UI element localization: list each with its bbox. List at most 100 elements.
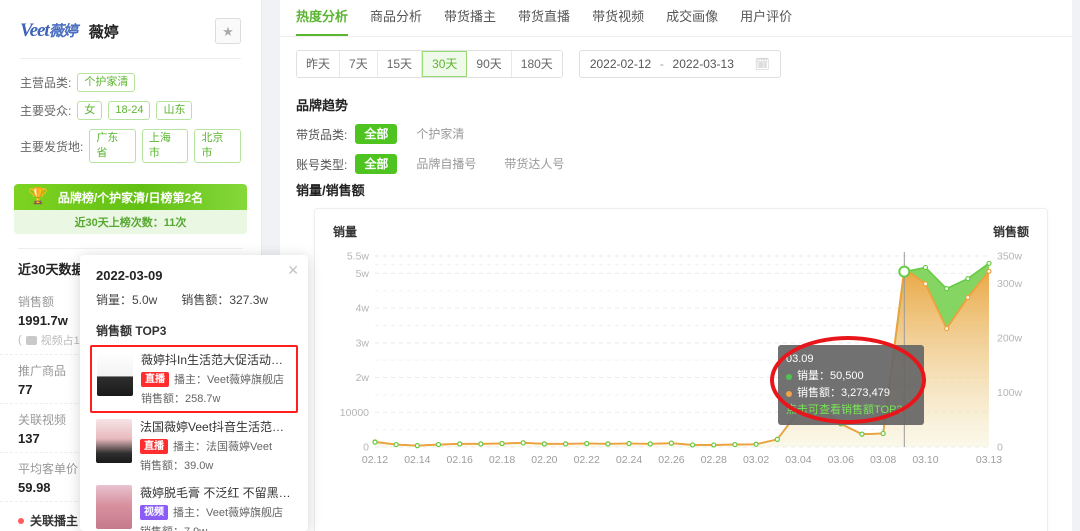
volume-point[interactable] xyxy=(965,275,971,282)
volume-point[interactable] xyxy=(372,439,378,445)
filter-chip-personal-care[interactable]: 个护家清 xyxy=(407,124,473,144)
brand-logo-cn: 薇婷 xyxy=(48,23,78,40)
item-host-label: 播主： xyxy=(173,507,206,519)
volume-point[interactable] xyxy=(647,441,653,447)
range-180d[interactable]: 180天 xyxy=(511,51,562,77)
tooltip-volume-value: 50,500 xyxy=(830,370,864,382)
brand-meta-list: 主营品类: 个护家清 主要受众: 女 18-24 山东 主要发货地: 广东省 上… xyxy=(0,59,261,176)
x-axis-tick: 03.02 xyxy=(743,454,769,466)
tooltip-date: 03.09 xyxy=(786,353,814,365)
brand-logo-latin: Veet xyxy=(20,20,50,41)
y-axis-tick: 3w xyxy=(356,337,370,349)
chart-plot-area[interactable]: 0 10000 2w 3w 4w 5w 5.5w 0 100w 200w 300w 350w 02.12… xyxy=(329,250,1033,475)
range-30d[interactable]: 30天 xyxy=(422,51,468,77)
item-title: 薇婷脱毛膏 不泛红 不留黑点 保... xyxy=(140,486,292,500)
volume-point[interactable] xyxy=(414,443,420,449)
x-axis-tick: 03.10 xyxy=(912,454,938,466)
volume-point[interactable] xyxy=(859,431,865,437)
filter-chip-all-category[interactable]: 全部 xyxy=(355,124,398,144)
list-item[interactable]: 薇婷抖In生活范大促活动今天开... 直播 播主：Veet薇婷旗舰店 销售额：2… xyxy=(90,345,298,413)
volume-point[interactable] xyxy=(605,441,611,447)
volume-point[interactable] xyxy=(880,430,886,437)
volume-point[interactable] xyxy=(689,442,696,448)
meta-tag[interactable]: 山东 xyxy=(156,101,193,120)
meta-tag[interactable]: 个护家清 xyxy=(77,73,136,92)
volume-point[interactable] xyxy=(626,440,632,447)
amount-point[interactable] xyxy=(922,281,929,287)
tab-product-analysis[interactable]: 商品分析 xyxy=(370,0,422,36)
tooltip-top3-link[interactable]: 点击可查看销售额TOP3 xyxy=(786,402,916,419)
filter-chip-brand-self-broadcast[interactable]: 品牌自播号 xyxy=(407,154,485,174)
volume-point[interactable] xyxy=(922,264,929,271)
y-axis-tick: 5w xyxy=(356,268,370,280)
item-type-badge: 视频 xyxy=(140,504,168,520)
popup-sales-amount: 销售额：327.3w xyxy=(181,293,269,307)
tooltip-amount-label: 销售额： xyxy=(797,387,841,399)
volume-point[interactable] xyxy=(944,286,950,292)
meta-tag[interactable]: 广东省 xyxy=(89,129,136,163)
volume-point[interactable] xyxy=(562,441,569,447)
x-axis-tick: 02.26 xyxy=(658,454,684,466)
amount-point[interactable] xyxy=(965,294,971,301)
volume-point[interactable] xyxy=(668,440,675,446)
tab-sales-live[interactable]: 带货直播 xyxy=(518,0,570,36)
tab-sales-videos[interactable]: 带货视频 xyxy=(592,0,644,36)
y-axis-tick: 5.5w xyxy=(347,251,370,263)
meta-label: 主营品类: xyxy=(20,76,72,90)
item-host-name: 法国薇婷Veet xyxy=(206,441,273,453)
meta-tag[interactable]: 北京市 xyxy=(194,129,241,163)
amount-point[interactable] xyxy=(986,268,992,274)
range-yesterday[interactable]: 昨天 xyxy=(297,51,341,77)
rank-card[interactable]: 🏆 品牌榜/个护家清/日榜第2名 近30天上榜次数：11次 xyxy=(14,184,247,234)
amount-point[interactable] xyxy=(944,325,950,332)
volume-point[interactable] xyxy=(774,436,780,442)
tab-heat-analysis[interactable]: 热度分析 xyxy=(296,0,349,36)
date-start: 2022-02-12 xyxy=(589,57,652,71)
filter-chip-all-account[interactable]: 全部 xyxy=(355,154,398,174)
volume-point[interactable] xyxy=(753,441,759,447)
volume-point[interactable] xyxy=(732,441,738,448)
volume-point[interactable] xyxy=(711,442,717,448)
chart-y-axis-title: 销量 xyxy=(333,225,358,239)
list-item[interactable]: 薇婷脱毛膏 不泛红 不留黑点 保... 视频 播主：Veet薇婷旗舰店 销售额：… xyxy=(90,479,298,531)
volume-point[interactable] xyxy=(986,260,992,266)
y-axis-tick: 2w xyxy=(356,372,370,384)
volume-point[interactable] xyxy=(541,441,547,447)
meta-tag[interactable]: 18-24 xyxy=(108,101,151,120)
calendar-icon[interactable]: 🗓 xyxy=(755,57,770,71)
brand-header: Veet薇婷 薇婷 ★ xyxy=(0,0,261,58)
x-axis-tick: 02.22 xyxy=(574,454,600,466)
item-type-badge: 直播 xyxy=(141,371,169,387)
popup-item-list: 薇婷抖In生活范大促活动今天开... 直播 播主：Veet薇婷旗舰店 销售额：2… xyxy=(80,345,308,531)
x-axis-tick: 02.24 xyxy=(616,454,642,466)
item-thumbnail xyxy=(97,352,133,396)
tab-user-reviews[interactable]: 用户评价 xyxy=(740,0,792,36)
volume-point[interactable] xyxy=(478,441,484,447)
meta-tag[interactable]: 女 xyxy=(77,101,103,120)
tab-transaction-profile[interactable]: 成交画像 xyxy=(666,0,718,36)
range-7d[interactable]: 7天 xyxy=(340,51,378,77)
volume-point[interactable] xyxy=(435,441,442,448)
date-range-picker[interactable]: 2022-02-12 - 2022-03-13 🗓 xyxy=(578,50,781,78)
meta-row-shipping: 主要发货地: 广东省 上海市 北京市 xyxy=(20,129,241,163)
x-axis-tick: 02.20 xyxy=(531,454,557,466)
volume-point[interactable] xyxy=(520,440,526,446)
range-15d[interactable]: 15天 xyxy=(377,51,423,77)
favorite-star-icon[interactable]: ★ xyxy=(215,18,241,44)
close-icon[interactable]: ✕ xyxy=(287,263,299,277)
highlight-point[interactable] xyxy=(898,265,911,278)
volume-point[interactable] xyxy=(584,440,590,447)
rank-banner: 🏆 品牌榜/个护家清/日榜第2名 xyxy=(14,184,247,210)
x-axis-tick: 03.13 xyxy=(976,454,1002,466)
item-thumbnail xyxy=(96,485,132,529)
volume-point[interactable] xyxy=(499,440,505,447)
volume-point[interactable] xyxy=(393,441,399,448)
range-90d[interactable]: 90天 xyxy=(467,51,512,77)
list-item[interactable]: 法国薇婷Veet抖音生活范儿~活... 直播 播主：法国薇婷Veet 销售额：3… xyxy=(90,413,298,479)
volume-point[interactable] xyxy=(457,441,463,447)
sales-line-chart[interactable]: 0 10000 2w 3w 4w 5w 5.5w 0 100w 200w 300w 350w 02.12… xyxy=(329,250,1033,475)
tab-sales-hosts[interactable]: 带货播主 xyxy=(444,0,496,36)
item-sales: 销售额：7.9w xyxy=(140,523,292,531)
meta-tag[interactable]: 上海市 xyxy=(141,129,189,163)
filter-chip-influencer[interactable]: 带货达人号 xyxy=(495,154,573,174)
